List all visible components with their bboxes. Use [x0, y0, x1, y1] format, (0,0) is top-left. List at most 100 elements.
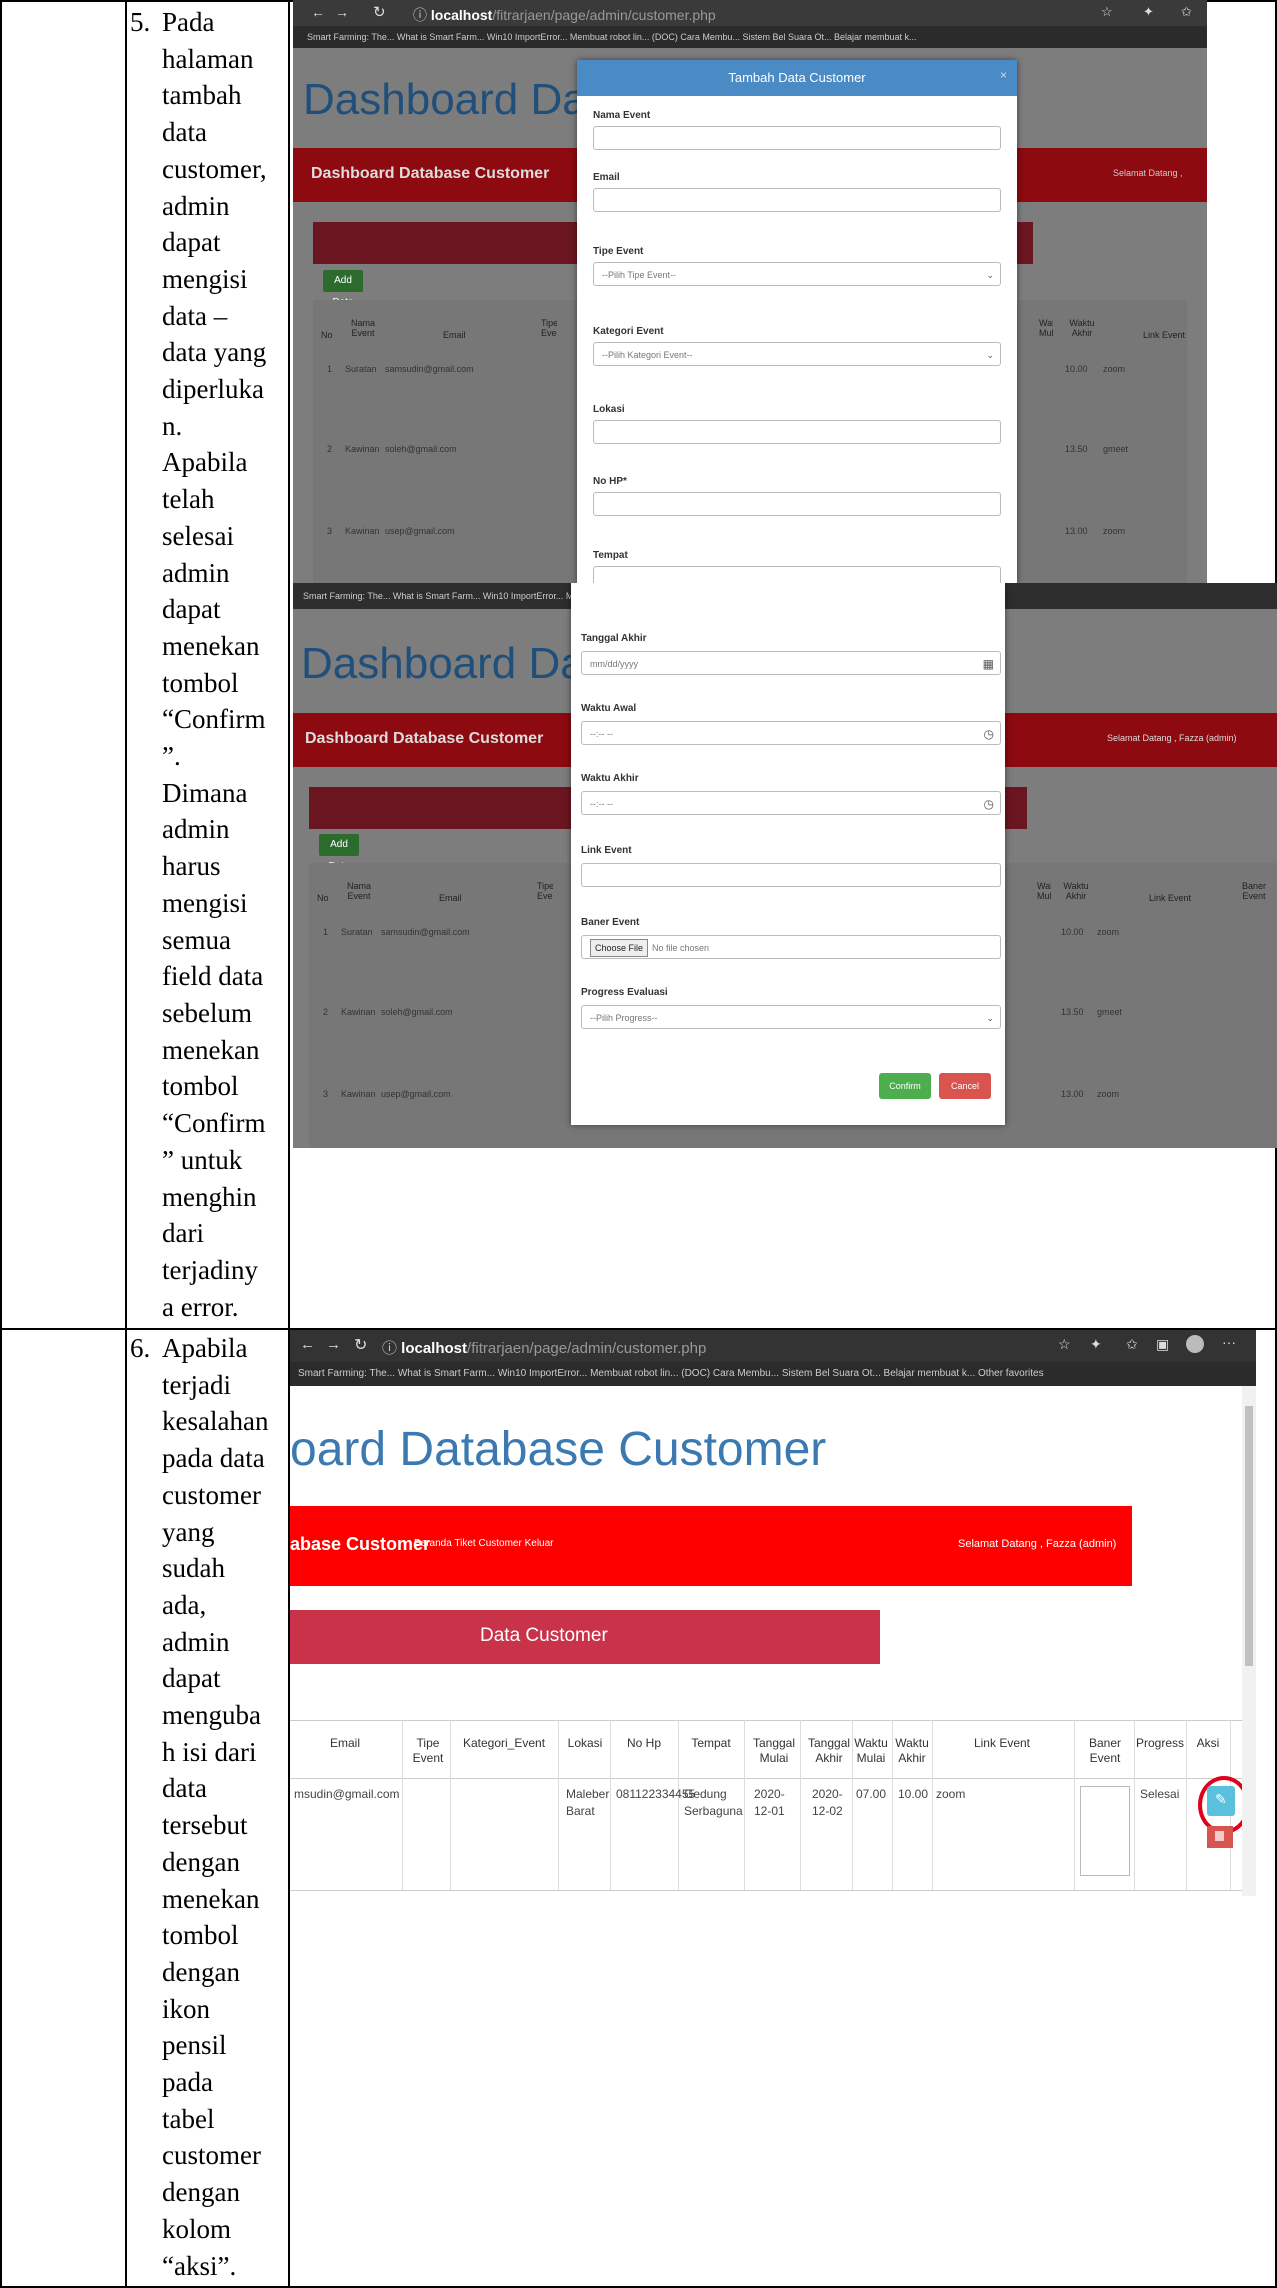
cell: 2 — [323, 1007, 329, 1017]
step-text-line: dapat — [162, 227, 221, 258]
scrollbar-thumb[interactable] — [1245, 1406, 1253, 1666]
step-text-line: sudah — [162, 1553, 225, 1584]
col-header: Waktu Mulai — [1039, 318, 1053, 338]
field-value: --Pilih Kategori Event-- — [602, 350, 693, 360]
text-field[interactable]: --:-- -- ◷ — [581, 791, 1001, 815]
select-field[interactable]: --Pilih Progress-- ⌄ — [581, 1005, 1001, 1029]
step-text-line: Apabila — [162, 1333, 248, 1363]
step-text-line: menekan — [162, 1883, 260, 1914]
clock-icon[interactable]: ◷ — [984, 792, 994, 816]
star-icon[interactable]: ☆ — [1101, 4, 1113, 20]
trash-icon — [1215, 1831, 1224, 1841]
step-text-line: tabel — [162, 2103, 215, 2134]
table-rule — [290, 1720, 1248, 1721]
favorites-icon[interactable]: ✩ — [1126, 1336, 1138, 1353]
table-cell: zoom — [936, 1787, 966, 1801]
back-icon[interactable]: ← — [300, 1336, 315, 1353]
address-bar[interactable]: ⓘ localhost/fitrarjaen/page/admin/custom… — [413, 5, 716, 25]
delete-button[interactable] — [1207, 1826, 1233, 1848]
text-field[interactable]: --:-- -- ◷ — [581, 721, 1001, 745]
bookmarks-bar[interactable]: Smart Farming: The... What is Smart Farm… — [293, 26, 1207, 48]
extension-icon[interactable]: ✦ — [1143, 4, 1154, 20]
navbar-brand[interactable]: Dashboard Database Customer — [305, 730, 543, 748]
cell: 10.00 — [1061, 927, 1084, 937]
data-customer-title: Data Customer — [480, 1625, 608, 1646]
field-label: Tanggal Akhir — [581, 633, 647, 644]
col-header: Tanggal Mulai — [752, 1736, 796, 1765]
clock-icon[interactable]: ◷ — [984, 722, 994, 746]
select-field[interactable]: --Pilih Kategori Event-- ⌄ — [593, 342, 1001, 366]
col-header: Tipe Event — [412, 1736, 444, 1765]
col-divider — [610, 1720, 611, 1890]
confirm-button[interactable]: Confirm — [879, 1073, 931, 1099]
step-text-line: a error. — [162, 1291, 239, 1322]
step-text-line: customer — [162, 1479, 261, 1510]
file-input[interactable]: Choose File No file chosen — [581, 935, 1001, 959]
forward-icon[interactable]: → — [326, 1336, 341, 1353]
step-text-line: menghin — [162, 1181, 257, 1212]
extension-icon[interactable]: ✦ — [1090, 1336, 1102, 1353]
cell: zoom — [1103, 364, 1126, 374]
cell: gmeet — [1103, 444, 1129, 454]
forward-icon[interactable]: → — [335, 4, 349, 20]
field-label: Tempat — [593, 550, 628, 561]
avatar[interactable] — [1186, 1335, 1204, 1353]
step-text-line: data yang — [162, 337, 267, 368]
step-number: 6. — [130, 1333, 151, 1363]
table-cell: Selesai — [1140, 1787, 1180, 1801]
step-text-line: menguba — [162, 1700, 261, 1731]
col-header: Aksi — [1196, 1736, 1220, 1750]
scrollbar[interactable] — [1242, 1386, 1256, 1896]
step-text-line: semua — [162, 924, 231, 955]
step-text-line: admin — [162, 1626, 230, 1657]
navbar-user: Selamat Datang , Fazza (admin) — [958, 1538, 1117, 1550]
reload-icon[interactable]: ↻ — [373, 3, 386, 21]
reload-icon[interactable]: ↻ — [354, 1335, 367, 1355]
col-header: Waktu Mulai — [854, 1736, 888, 1765]
customer-table: Email Tipe Event Kategori_Event Lokasi No Hp… — [290, 1720, 1256, 1891]
cancel-button[interactable]: Cancel — [939, 1073, 991, 1099]
bookmarks-bar[interactable]: Smart Farming: The... What is Smart Farm… — [290, 1362, 1256, 1386]
edit-button[interactable]: ✎ — [1207, 1786, 1235, 1816]
step-text-line: mengisi — [162, 263, 248, 294]
close-icon[interactable]: × — [1000, 68, 1007, 82]
info-icon: ⓘ — [382, 1340, 402, 1357]
table-rule — [290, 1890, 1248, 1891]
text-field[interactable] — [593, 492, 1001, 516]
step-text-line: tersebut — [162, 1810, 248, 1841]
step-text-line: “Confirm — [162, 704, 266, 735]
text-field[interactable] — [593, 566, 1001, 583]
text-field[interactable]: mm/dd/yyyy ▦ — [581, 651, 1001, 675]
col-header: Tanggal Akhir — [808, 1736, 851, 1765]
step-text-line: dapat — [162, 594, 221, 625]
col-header: Waktu Akhir — [1063, 881, 1089, 901]
star-icon[interactable]: ☆ — [1058, 1336, 1071, 1353]
step-text-line: kolom — [162, 2213, 232, 2244]
text-field[interactable] — [593, 126, 1001, 150]
step-text-line: ikon — [162, 1993, 211, 2024]
cell: gmeet — [1097, 1007, 1123, 1017]
navbar-links[interactable]: Beranda Tiket Customer Keluar — [414, 1538, 554, 1549]
text-field[interactable] — [581, 863, 1001, 887]
address-bar[interactable]: ⓘ localhost/fitrarjaen/page/admin/custom… — [382, 1337, 706, 1358]
navbar-brand[interactable]: Dashboard Database Customer — [311, 165, 549, 183]
collections-icon[interactable]: ▣ — [1156, 1336, 1169, 1353]
navbar-brand[interactable]: abase Customer — [290, 1534, 430, 1555]
calendar-icon[interactable]: ▦ — [983, 652, 994, 676]
field-label: Lokasi — [593, 404, 625, 415]
text-field[interactable] — [593, 420, 1001, 444]
text-field[interactable] — [593, 188, 1001, 212]
step-text-line: h isi dari — [162, 1736, 257, 1767]
add-data-button[interactable]: Add Data — [323, 270, 363, 308]
favorites-icon[interactable]: ✩ — [1181, 4, 1192, 20]
choose-file-button[interactable]: Choose File — [590, 939, 649, 957]
add-data-button[interactable]: Add Data — [319, 834, 359, 872]
url-path: /fitrarjaen/page/admin/customer.php — [492, 7, 716, 23]
col-header: Progress — [1136, 1736, 1185, 1750]
back-icon[interactable]: ← — [311, 4, 325, 20]
field-label: Tipe Event — [593, 246, 644, 257]
select-field[interactable]: --Pilih Tipe Event-- ⌄ — [593, 262, 1001, 286]
more-icon[interactable]: ··· — [1222, 1334, 1236, 1350]
step-number: 5. — [130, 7, 151, 37]
step-text-line: pensil — [162, 2030, 227, 2061]
